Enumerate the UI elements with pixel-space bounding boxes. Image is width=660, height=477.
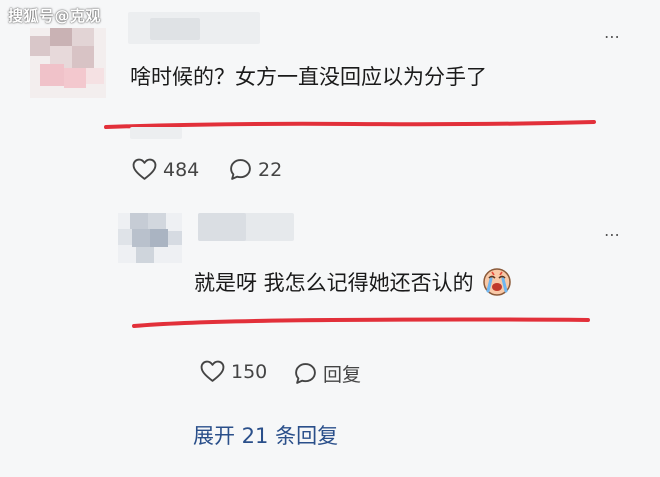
comment-icon (295, 363, 316, 384)
watermark: 搜狐号@克观 (8, 7, 102, 25)
expand-replies-link[interactable]: 展开 21 条回复 (193, 420, 338, 450)
reply-text-content: 就是呀 我怎么记得她还否认的 (194, 271, 474, 295)
reply-like-count: 150 (231, 360, 268, 383)
heart-icon (200, 360, 225, 382)
comment-icon (230, 159, 251, 180)
like-count: 484 (163, 158, 200, 181)
blurred-text (130, 127, 182, 139)
comment-text: 啥时候的？女方一直没回应以为分手了 (130, 65, 487, 89)
crying-emoji-icon (483, 268, 512, 296)
reply-like-button[interactable]: 150 (200, 360, 267, 383)
reply-highlight-underline (132, 317, 590, 328)
like-button[interactable]: 484 (132, 158, 199, 181)
heart-icon (132, 158, 157, 180)
username-blurred-shade (150, 18, 200, 40)
avatar[interactable] (30, 28, 106, 98)
reply-avatar[interactable] (118, 213, 182, 263)
comment-button[interactable]: 22 (229, 158, 282, 181)
reply-text: 就是呀 我怎么记得她还否认的 (194, 267, 512, 297)
reply-more-icon[interactable]: ⋯ (604, 225, 621, 244)
more-icon[interactable]: ⋯ (604, 27, 621, 46)
reply-count: 22 (258, 158, 283, 181)
reply-button[interactable]: 回复 (294, 360, 361, 387)
reply-username-blurred-shade (198, 213, 246, 241)
reply-button-label: 回复 (323, 364, 362, 386)
